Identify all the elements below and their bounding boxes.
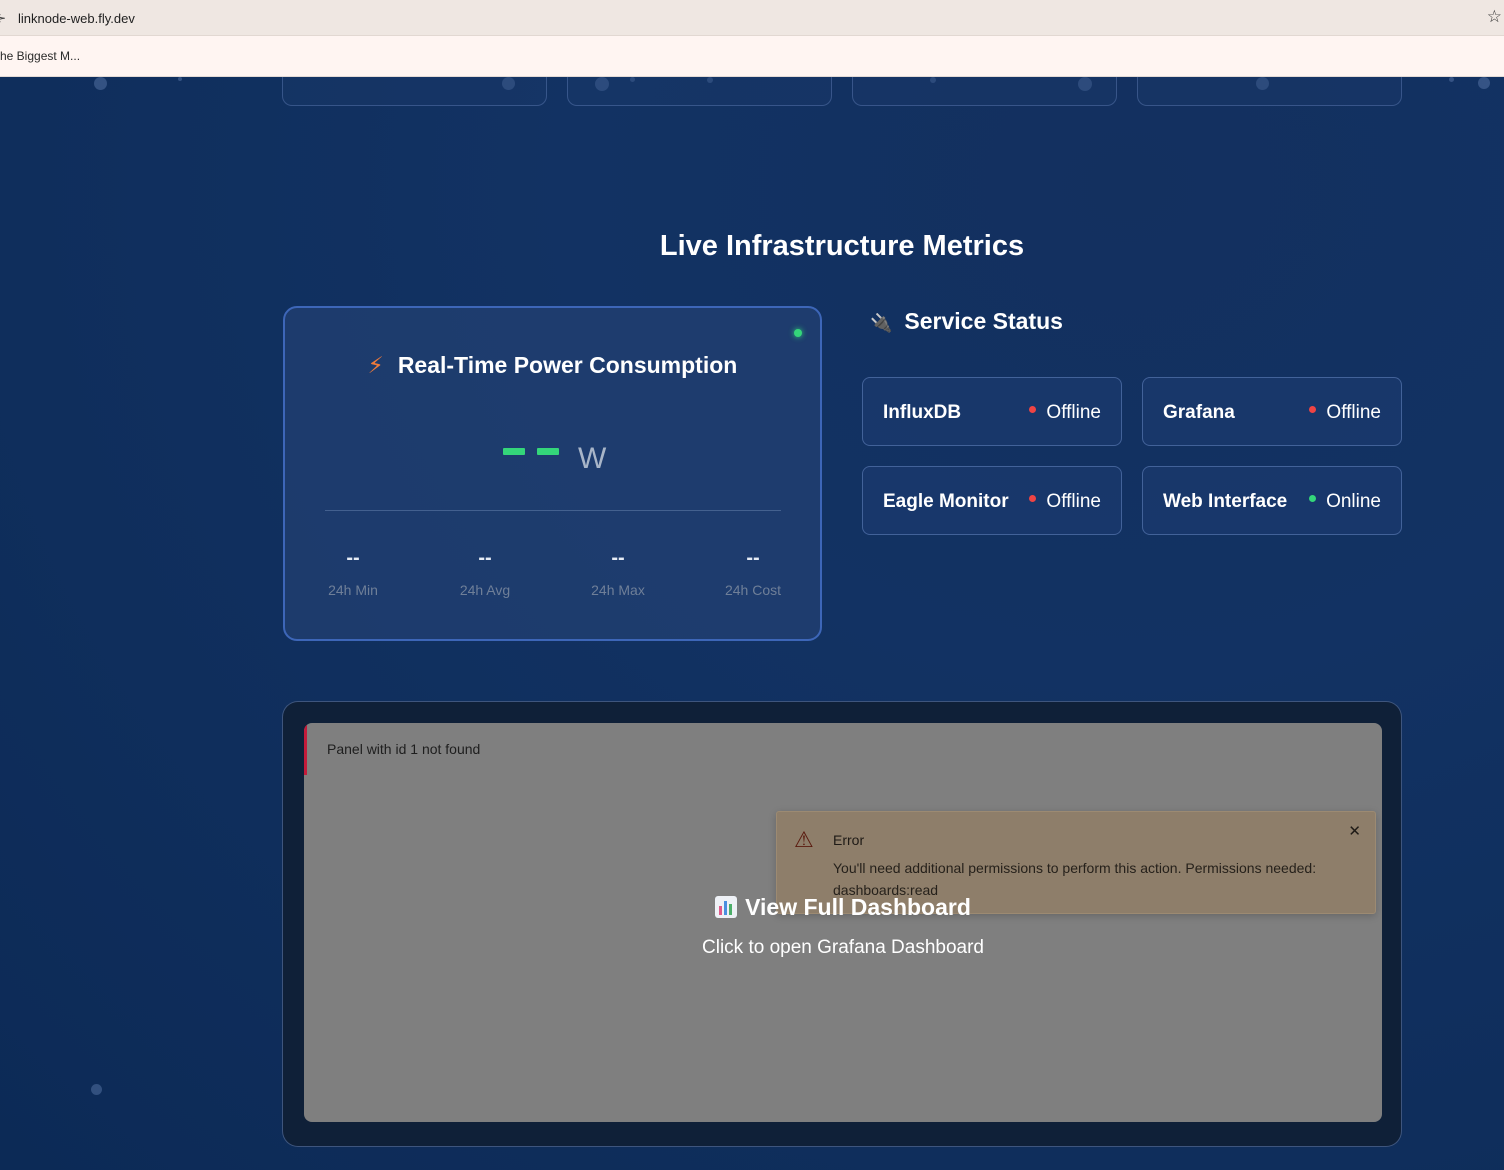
status-dot <box>1309 495 1317 503</box>
decor-dot <box>1449 77 1454 82</box>
stat-label: 24h Min <box>328 582 378 598</box>
service-name: InfluxDB <box>883 402 962 423</box>
bookmark-star-icon[interactable]: ☆ <box>1487 7 1502 27</box>
view-dashboard-label[interactable]: View Full Dashboard <box>745 894 971 920</box>
feature-card <box>282 77 547 106</box>
section-title: Live Infrastructure Metrics <box>659 230 1025 262</box>
stat-value: -- <box>346 547 360 569</box>
stat-label: 24h Cost <box>724 582 782 598</box>
service-status-title: Service Status <box>904 308 1063 334</box>
service-status-text: Offline <box>1046 491 1101 512</box>
service-status: Offline <box>1029 491 1101 513</box>
service-status-text: Offline <box>1326 402 1381 423</box>
power-card: ⚡ Real-Time Power Consumption W -- 24h Mi… <box>283 306 822 641</box>
power-card-header: ⚡ Real-Time Power Consumption <box>285 352 820 379</box>
decor-dot <box>91 1084 102 1095</box>
power-card-title: Real-Time Power Consumption <box>397 352 738 378</box>
decor-dot <box>178 77 182 81</box>
service-name: Eagle Monitor <box>883 491 1009 512</box>
live-indicator <box>794 329 802 337</box>
service-status: Offline <box>1309 402 1381 424</box>
close-icon[interactable]: ✕ <box>1348 822 1361 840</box>
service-card-grafana: Grafana Offline <box>1142 377 1402 446</box>
address-bar[interactable]: ⊱ linknode-web.fly.dev ☆ <box>0 0 1504 36</box>
stat-value: -- <box>746 547 760 569</box>
grafana-panel[interactable]: Panel with id 1 not found ⚠ Error You'll… <box>304 723 1382 1122</box>
bookmarks-bar: he Biggest M... <box>0 36 1504 77</box>
feature-card <box>1137 77 1402 106</box>
site-info-icon[interactable]: ⊱ <box>0 11 6 25</box>
view-dashboard-subtitle[interactable]: Click to open Grafana Dashboard <box>304 937 1382 959</box>
decor-dot <box>1478 77 1490 89</box>
grafana-embed-frame: Panel with id 1 not found ⚠ Error You'll… <box>282 701 1402 1147</box>
stat-24h-max: -- 24h Max <box>563 548 673 598</box>
stat-label: 24h Max <box>591 582 645 598</box>
service-status-text: Offline <box>1046 402 1101 423</box>
bar-chart-icon <box>715 896 738 918</box>
status-dot <box>1309 406 1317 414</box>
divider <box>325 510 781 511</box>
stat-24h-cost: -- 24h Cost <box>698 548 808 598</box>
panel-error-indicator <box>304 723 307 775</box>
power-unit: W <box>578 442 607 475</box>
stat-value: -- <box>478 547 492 569</box>
service-name: Web Interface <box>1163 491 1288 512</box>
status-dot <box>1029 406 1037 414</box>
service-card-eagle-monitor: Eagle Monitor Offline <box>862 466 1122 535</box>
stat-24h-min: -- 24h Min <box>298 548 408 598</box>
view-dashboard-link[interactable]: View Full Dashboard <box>304 894 1382 921</box>
toast-title: Error <box>833 832 865 848</box>
feature-card <box>852 77 1117 106</box>
service-card-web-interface: Web Interface Online <box>1142 466 1402 535</box>
stat-24h-avg: -- 24h Avg <box>430 548 540 598</box>
service-status-header: 🔌 Service Status <box>870 308 1063 335</box>
service-card-influxdb: InfluxDB Offline <box>862 377 1122 446</box>
url-text[interactable]: linknode-web.fly.dev <box>18 11 135 26</box>
page-content: Live Infrastructure Metrics ⚡ Real-Time P… <box>0 77 1504 1170</box>
stat-label: 24h Avg <box>459 582 511 598</box>
plug-icon: 🔌 <box>870 313 893 334</box>
lightning-bolt-icon: ⚡ <box>367 353 384 379</box>
service-status: Online <box>1309 491 1381 513</box>
panel-error-message: Panel with id 1 not found <box>327 741 481 757</box>
power-value-dash <box>537 448 559 455</box>
stat-value: -- <box>611 547 625 569</box>
service-name: Grafana <box>1163 402 1235 423</box>
decor-dot <box>94 77 107 90</box>
bookmark-item[interactable]: he Biggest M... <box>0 49 80 63</box>
warning-icon: ⚠ <box>794 828 814 853</box>
service-status-text: Online <box>1326 491 1381 512</box>
power-value-dash <box>503 448 525 455</box>
feature-card <box>567 77 832 106</box>
service-status: Offline <box>1029 402 1101 424</box>
status-dot <box>1029 495 1037 503</box>
